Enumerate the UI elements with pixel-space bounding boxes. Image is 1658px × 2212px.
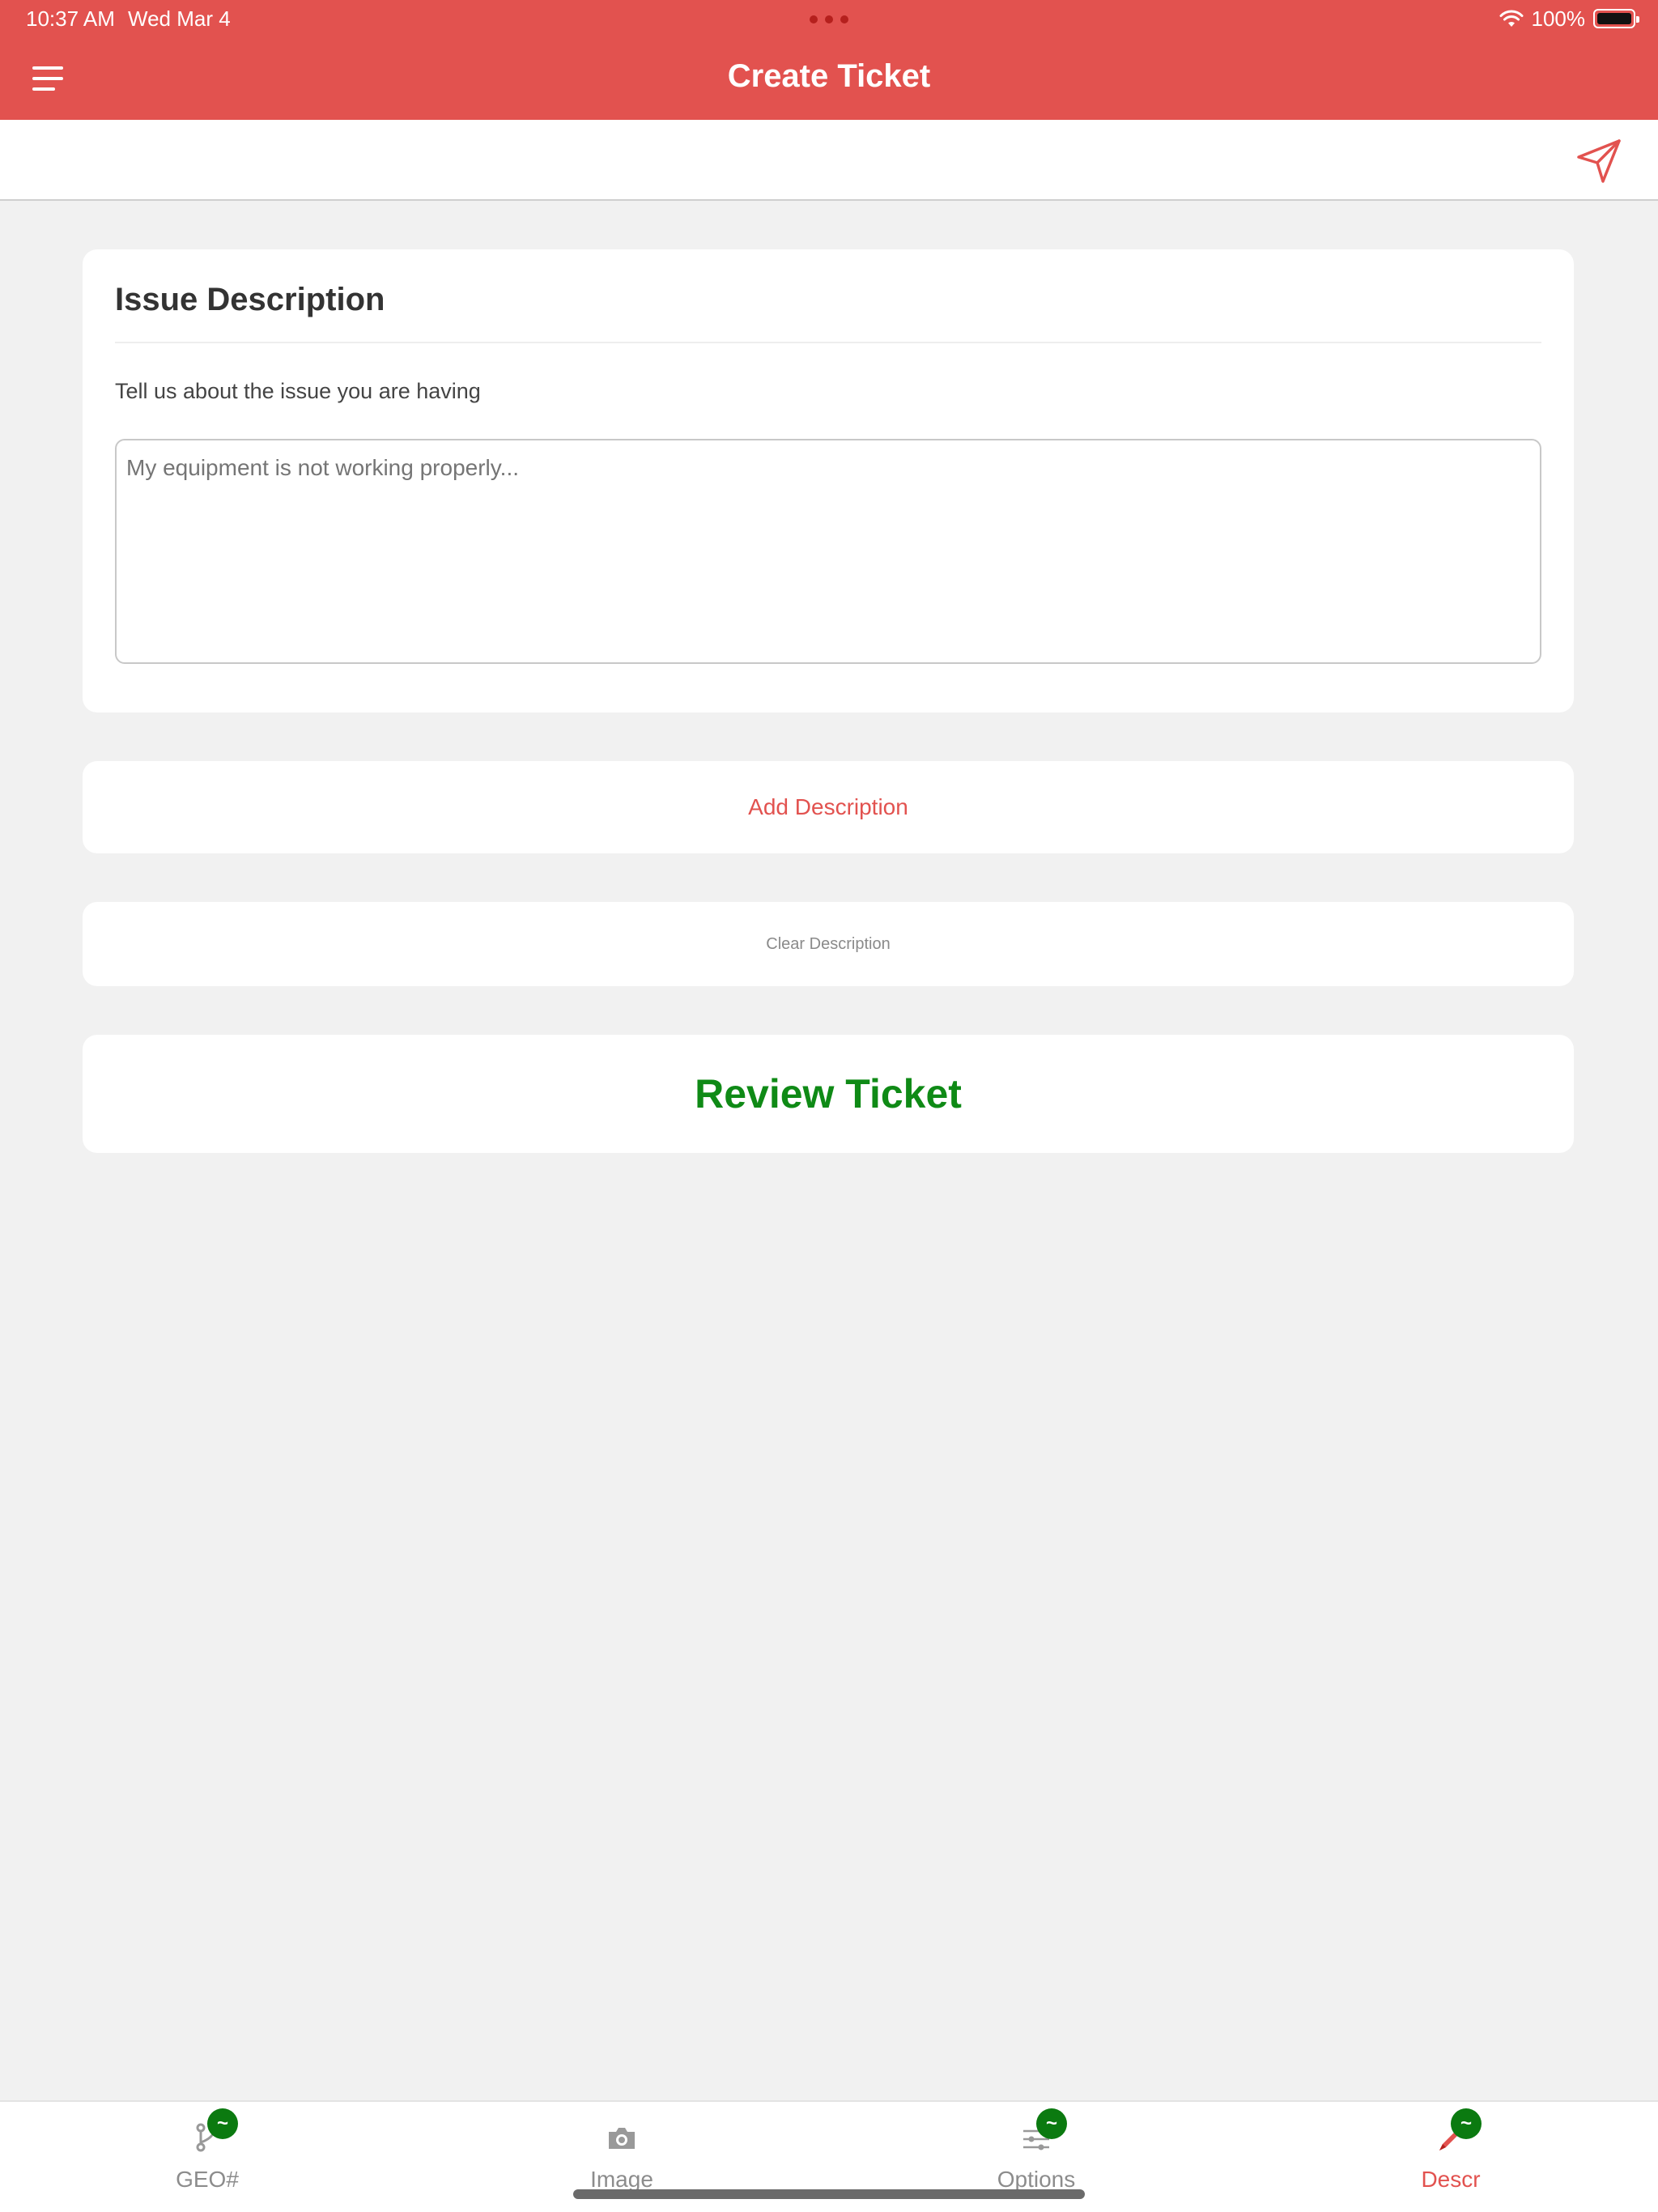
app-header: 10:37 AM Wed Mar 4 100% Create Ticket: [0, 0, 1658, 120]
divider: [115, 342, 1541, 343]
status-indicators: 100%: [1499, 5, 1639, 32]
wifi-icon: [1499, 10, 1523, 27]
tab-badge: ~: [207, 2108, 238, 2139]
card-title: Issue Description: [115, 282, 385, 317]
add-description-label: Add Description: [748, 794, 908, 819]
description-textarea[interactable]: [115, 439, 1541, 664]
camera-icon: [609, 2128, 635, 2149]
card-subtitle: Tell us about the issue you are having: [115, 379, 481, 403]
status-date: Wed Mar 4: [128, 6, 231, 31]
multitasking-dots-icon[interactable]: [810, 15, 848, 23]
battery-icon: [1593, 9, 1639, 28]
toolbar: [0, 120, 1658, 201]
page-title: Create Ticket: [727, 58, 931, 94]
clear-description-button[interactable]: Clear Description: [83, 902, 1574, 986]
send-icon[interactable]: [1575, 138, 1622, 185]
tab-label: Descr: [1421, 2167, 1481, 2192]
tab-label: GEO#: [176, 2167, 239, 2192]
battery-percent: 100%: [1531, 6, 1586, 31]
tab-descr[interactable]: ~ Descr: [1244, 2102, 1658, 2212]
status-time: 10:37 AM: [26, 6, 115, 31]
tab-badge: ~: [1451, 2108, 1482, 2139]
issue-description-card: Issue Description Tell us about the issu…: [83, 249, 1574, 713]
tab-badge: ~: [1036, 2108, 1067, 2139]
add-description-button[interactable]: Add Description: [83, 761, 1574, 853]
review-ticket-label: Review Ticket: [695, 1071, 962, 1117]
home-indicator[interactable]: [573, 2189, 1085, 2199]
tab-geo[interactable]: ~ GEO#: [0, 2102, 414, 2212]
clear-description-label: Clear Description: [766, 934, 891, 953]
review-ticket-button[interactable]: Review Ticket: [83, 1035, 1574, 1153]
